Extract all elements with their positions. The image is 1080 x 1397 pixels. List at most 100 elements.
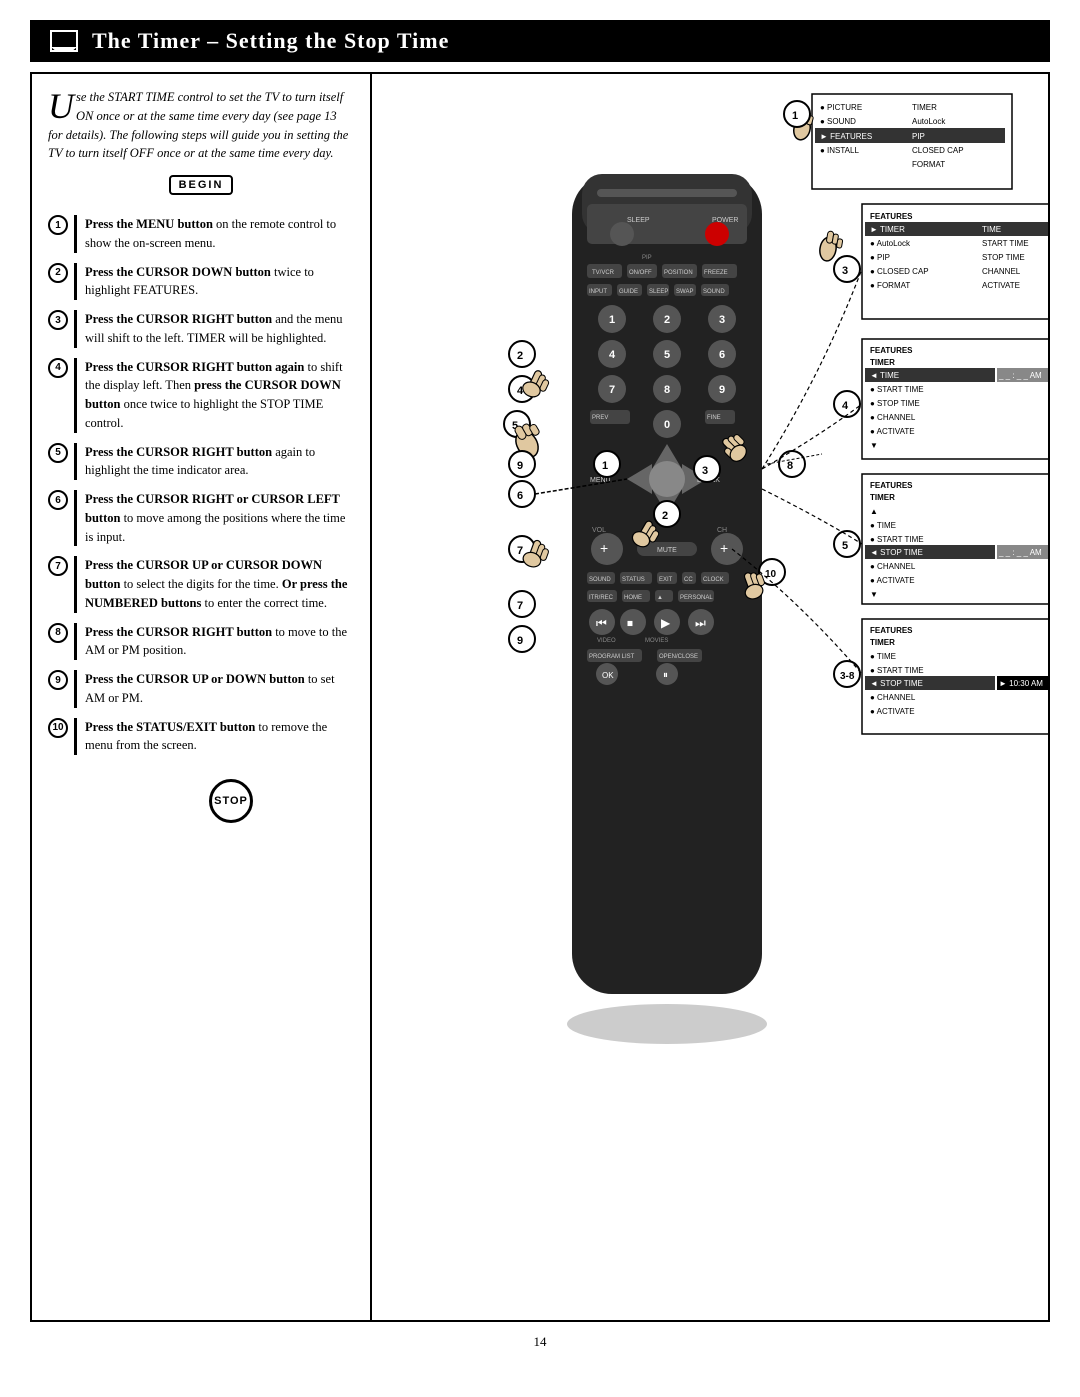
svg-text:▼: ▼ bbox=[870, 441, 878, 450]
step-5-text: Press the CURSOR RIGHT button again to h… bbox=[74, 443, 354, 481]
step-1: 1 Press the MENU button on the remote co… bbox=[48, 215, 354, 253]
svg-text:5: 5 bbox=[664, 349, 670, 361]
svg-text:GUIDE: GUIDE bbox=[619, 289, 638, 295]
svg-text:OK: OK bbox=[602, 671, 614, 680]
step-10-text: Press the STATUS/EXIT button to remove t… bbox=[74, 718, 354, 756]
svg-text:3-8: 3-8 bbox=[840, 671, 855, 682]
svg-text:▲: ▲ bbox=[870, 507, 878, 516]
svg-text:● ACTIVATE: ● ACTIVATE bbox=[870, 707, 915, 716]
step-5: 5 Press the CURSOR RIGHT button again to… bbox=[48, 443, 354, 481]
svg-text:⏸: ⏸ bbox=[663, 670, 668, 681]
svg-text:STATUS: STATUS bbox=[622, 577, 645, 583]
svg-text:EXIT: EXIT bbox=[659, 577, 673, 583]
svg-text:TIMER: TIMER bbox=[912, 103, 937, 112]
svg-text:► TIMER: ► TIMER bbox=[870, 225, 905, 234]
svg-text:● ACTIVATE: ● ACTIVATE bbox=[870, 427, 915, 436]
svg-text:TIMER: TIMER bbox=[870, 638, 895, 647]
svg-text:FINE: FINE bbox=[707, 415, 721, 421]
svg-text:2: 2 bbox=[664, 314, 670, 326]
step-4-number: 4 bbox=[48, 358, 68, 378]
svg-text:● START TIME: ● START TIME bbox=[870, 535, 924, 544]
left-column: Use the START TIME control to set the TV… bbox=[32, 74, 372, 1320]
step-8-number: 8 bbox=[48, 623, 68, 643]
svg-text:8: 8 bbox=[787, 460, 793, 472]
step-6: 6 Press the CURSOR RIGHT or CURSOR LEFT … bbox=[48, 490, 354, 546]
step-1-number: 1 bbox=[48, 215, 68, 235]
svg-text:+: + bbox=[600, 540, 608, 556]
svg-text:PERSONAL: PERSONAL bbox=[680, 595, 713, 601]
svg-text:TIMER: TIMER bbox=[870, 358, 895, 367]
svg-text:● FORMAT: ● FORMAT bbox=[870, 281, 910, 290]
svg-text:PIP: PIP bbox=[912, 132, 925, 141]
svg-text:FREEZE: FREEZE bbox=[704, 270, 728, 276]
svg-text:ON/OFF: ON/OFF bbox=[629, 270, 652, 276]
diagram-container: SLEEP POWER PIP TV/VCR ON/OFF POSITION F… bbox=[372, 74, 1048, 1320]
svg-text:PREV: PREV bbox=[592, 415, 608, 421]
step-8: 8 Press the CURSOR RIGHT button to move … bbox=[48, 623, 354, 661]
svg-text:VOL: VOL bbox=[592, 527, 606, 534]
svg-text:PIP: PIP bbox=[642, 255, 652, 261]
svg-text:6: 6 bbox=[517, 490, 523, 502]
svg-text:7: 7 bbox=[517, 600, 523, 612]
svg-text:5: 5 bbox=[842, 540, 848, 552]
svg-text:● SOUND: ● SOUND bbox=[820, 117, 856, 126]
step-10-number: 10 bbox=[48, 718, 68, 738]
svg-text:⏹: ⏹ bbox=[627, 616, 633, 630]
svg-text:TIMER: TIMER bbox=[870, 493, 895, 502]
svg-text:▶: ▶ bbox=[661, 616, 671, 630]
svg-text:3: 3 bbox=[702, 465, 708, 477]
step-4-text: Press the CURSOR RIGHT button again to s… bbox=[74, 358, 354, 433]
step-3: 3 Press the CURSOR RIGHT button and the … bbox=[48, 310, 354, 348]
step-5-number: 5 bbox=[48, 443, 68, 463]
svg-text:● PICTURE: ● PICTURE bbox=[820, 103, 862, 112]
step-9-number: 9 bbox=[48, 670, 68, 690]
svg-text:7: 7 bbox=[517, 545, 523, 557]
intro-text: se the START TIME control to set the TV … bbox=[48, 90, 348, 160]
svg-text:0: 0 bbox=[664, 419, 670, 431]
svg-text:● AutoLock: ● AutoLock bbox=[870, 239, 911, 248]
step-9: 9 Press the CURSOR UP or DOWN button to … bbox=[48, 670, 354, 708]
svg-text:▲: ▲ bbox=[657, 595, 663, 601]
step-2: 2 Press the CURSOR DOWN button twice to … bbox=[48, 263, 354, 301]
svg-text:6: 6 bbox=[719, 349, 725, 361]
svg-text:FEATURES: FEATURES bbox=[870, 626, 913, 635]
svg-text:ITR/REC: ITR/REC bbox=[589, 595, 614, 601]
stop-badge: STOP bbox=[209, 779, 253, 823]
svg-text:► FEATURES: ► FEATURES bbox=[820, 132, 872, 141]
svg-text:SLEEP: SLEEP bbox=[627, 217, 650, 224]
svg-text:● TIME: ● TIME bbox=[870, 521, 896, 530]
svg-text:CC: CC bbox=[684, 577, 693, 583]
step-7-number: 7 bbox=[48, 556, 68, 576]
svg-text:STOP TIME: STOP TIME bbox=[982, 253, 1025, 262]
title-bar: The Timer – Setting the Stop Time bbox=[30, 20, 1050, 62]
svg-text:7: 7 bbox=[609, 384, 615, 396]
step-4: 4 Press the CURSOR RIGHT button again to… bbox=[48, 358, 354, 433]
svg-text:● CHANNEL: ● CHANNEL bbox=[870, 693, 916, 702]
svg-text:TIME: TIME bbox=[982, 225, 1001, 234]
svg-text:● INSTALL: ● INSTALL bbox=[820, 146, 859, 155]
main-content: Use the START TIME control to set the TV… bbox=[30, 72, 1050, 1322]
svg-text:+: + bbox=[720, 540, 728, 556]
svg-text:● STOP TIME: ● STOP TIME bbox=[870, 399, 920, 408]
svg-text:9: 9 bbox=[719, 384, 725, 396]
step-7-text: Press the CURSOR UP or CURSOR DOWN butto… bbox=[74, 556, 354, 612]
step-6-text: Press the CURSOR RIGHT or CURSOR LEFT bu… bbox=[74, 490, 354, 546]
svg-text:⏭: ⏭ bbox=[695, 616, 706, 630]
right-column: SLEEP POWER PIP TV/VCR ON/OFF POSITION F… bbox=[372, 74, 1048, 1320]
tv-icon bbox=[50, 30, 78, 52]
svg-text:● CHANNEL: ● CHANNEL bbox=[870, 562, 916, 571]
step-6-number: 6 bbox=[48, 490, 68, 510]
step-10: 10 Press the STATUS/EXIT button to remov… bbox=[48, 718, 354, 756]
svg-text:● CHANNEL: ● CHANNEL bbox=[870, 413, 916, 422]
svg-text:4: 4 bbox=[609, 349, 616, 361]
diagram-svg: SLEEP POWER PIP TV/VCR ON/OFF POSITION F… bbox=[372, 74, 1048, 1124]
begin-badge: BEGIN bbox=[169, 175, 234, 195]
page-title: The Timer – Setting the Stop Time bbox=[92, 28, 449, 54]
svg-text:▼: ▼ bbox=[870, 590, 878, 599]
intro-paragraph: Use the START TIME control to set the TV… bbox=[48, 88, 354, 163]
svg-text:PROGRAM LIST: PROGRAM LIST bbox=[589, 654, 635, 660]
svg-text:● PIP: ● PIP bbox=[870, 253, 890, 262]
svg-text:SWAP: SWAP bbox=[676, 289, 693, 295]
svg-text:CLOCK: CLOCK bbox=[703, 577, 724, 583]
step-7: 7 Press the CURSOR UP or CURSOR DOWN but… bbox=[48, 556, 354, 612]
